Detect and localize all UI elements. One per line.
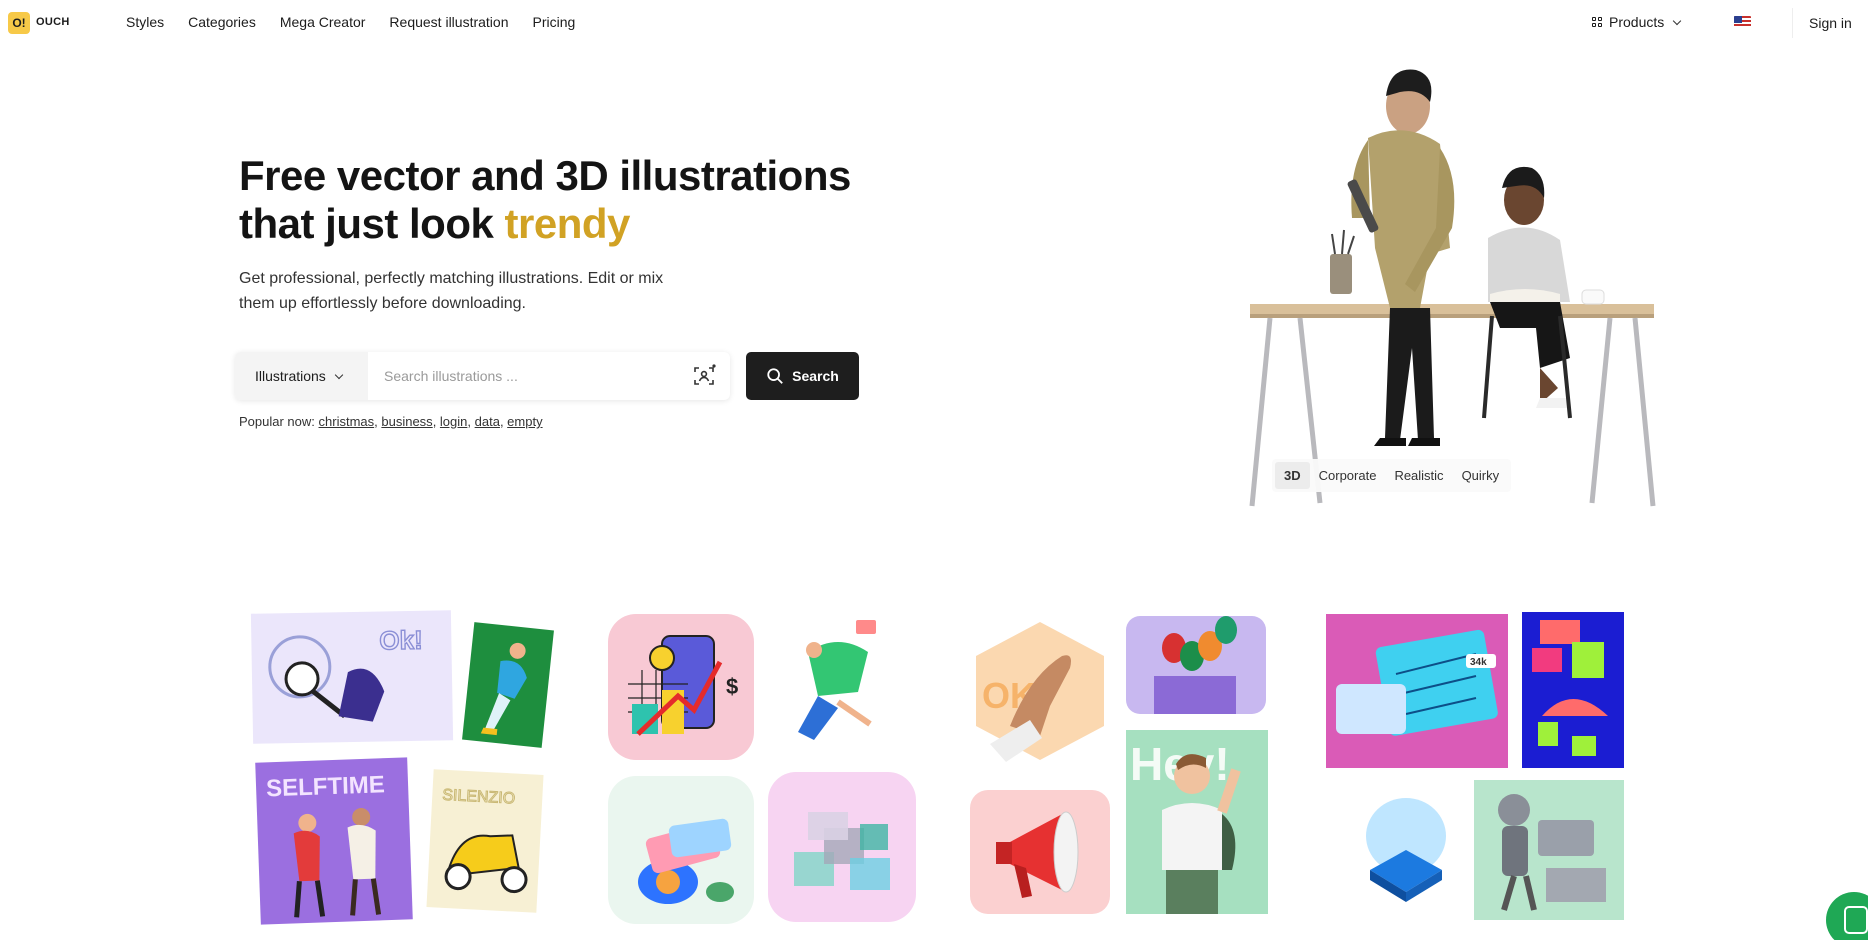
logo-mark[interactable]: O!: [8, 12, 30, 34]
gallery-card-3d[interactable]: OK Hey!: [970, 612, 1280, 932]
popular-term-christmas[interactable]: christmas: [319, 414, 375, 429]
nav-mega-creator[interactable]: Mega Creator: [280, 14, 366, 30]
style-tab-quirky[interactable]: Quirky: [1453, 462, 1509, 489]
search-input[interactable]: [368, 352, 692, 400]
tile-cards: [608, 776, 754, 924]
chevron-down-icon: [334, 370, 344, 379]
gallery-card-trends[interactable]: $: [608, 612, 918, 932]
silenzio-text: SILENZIO: [442, 787, 516, 808]
style-tab-realistic[interactable]: Realistic: [1385, 462, 1452, 489]
tile-silenzio: SILENZIO: [426, 769, 544, 913]
popular-prefix: Popular now:: [239, 414, 315, 429]
top-navigation: O! OUCH Styles Categories Mega Creator R…: [0, 0, 1868, 46]
tile-flying-person: [778, 612, 898, 762]
tile-ai-chip: [1340, 780, 1470, 920]
gallery-card-technologies[interactable]: 34k: [1326, 612, 1636, 932]
tile-megaphone: [970, 790, 1110, 914]
stat-text: 34k: [1470, 657, 1487, 668]
tile-selftime: SELFTIME: [255, 757, 413, 925]
dollar-text: $: [726, 674, 738, 699]
nav-styles[interactable]: Styles: [126, 14, 164, 30]
tile-ok-hand: OK: [976, 622, 1104, 762]
brand-name[interactable]: OUCH: [36, 16, 70, 28]
search-type-dropdown[interactable]: Illustrations: [235, 352, 368, 400]
tile-balloons: [1126, 616, 1266, 714]
popular-term-login[interactable]: login: [440, 414, 467, 429]
gallery-card-universal[interactable]: Ok! SELFTIME SILENZIO: [250, 610, 562, 932]
main-nav: Styles Categories Mega Creator Request i…: [126, 14, 575, 30]
tile-hey-boy: Hey!: [1126, 730, 1268, 914]
chevron-down-icon: [1673, 16, 1682, 25]
popular-term-empty[interactable]: empty: [507, 414, 542, 429]
selftime-text: SELFTIME: [266, 771, 386, 802]
image-search-icon[interactable]: [692, 364, 716, 388]
products-menu[interactable]: Products: [1592, 14, 1682, 30]
tile-glass-blocks: [768, 772, 916, 922]
grid-icon: [1592, 16, 1603, 28]
nav-categories[interactable]: Categories: [188, 14, 256, 30]
search-bar: Illustrations: [235, 352, 730, 400]
chat-support-button[interactable]: [1826, 892, 1868, 940]
tile-search-illustration: Ok!: [250, 610, 454, 744]
hero-title: Free vector and 3D illustrations that ju…: [239, 152, 851, 248]
hero-title-accent: trendy: [504, 200, 631, 247]
popular-searches: Popular now: christmas, business, login,…: [239, 414, 543, 429]
tile-finance: $: [608, 614, 754, 760]
style-tab-corporate[interactable]: Corporate: [1310, 462, 1386, 489]
tile-blocks: [1522, 612, 1624, 768]
search-button-label: Search: [792, 368, 839, 384]
hero-title-line2: that just look: [239, 200, 505, 247]
tile-man-green: [462, 622, 554, 748]
search-icon: [767, 368, 783, 384]
style-tab-3d[interactable]: 3D: [1275, 462, 1310, 489]
style-switcher: 3D Corporate Realistic Quirky: [1272, 459, 1512, 492]
hero-title-line1: Free vector and 3D illustrations: [239, 152, 851, 199]
nav-request-illustration[interactable]: Request illustration: [389, 14, 508, 30]
ok-text: Ok!: [379, 625, 423, 656]
products-label: Products: [1609, 14, 1665, 30]
tile-dashboard: 34k: [1326, 614, 1508, 768]
tile-robot: [1474, 780, 1624, 920]
search-type-label: Illustrations: [255, 368, 326, 384]
hero-subtitle: Get professional, perfectly matching ill…: [239, 270, 664, 312]
sign-in-button[interactable]: Sign in: [1792, 8, 1868, 38]
hero-illustration: [1249, 69, 1656, 507]
nav-pricing[interactable]: Pricing: [532, 14, 575, 30]
us-flag-icon[interactable]: [1734, 16, 1751, 28]
popular-term-business[interactable]: business: [381, 414, 432, 429]
search-button[interactable]: Search: [746, 352, 859, 400]
popular-term-data[interactable]: data: [475, 414, 500, 429]
